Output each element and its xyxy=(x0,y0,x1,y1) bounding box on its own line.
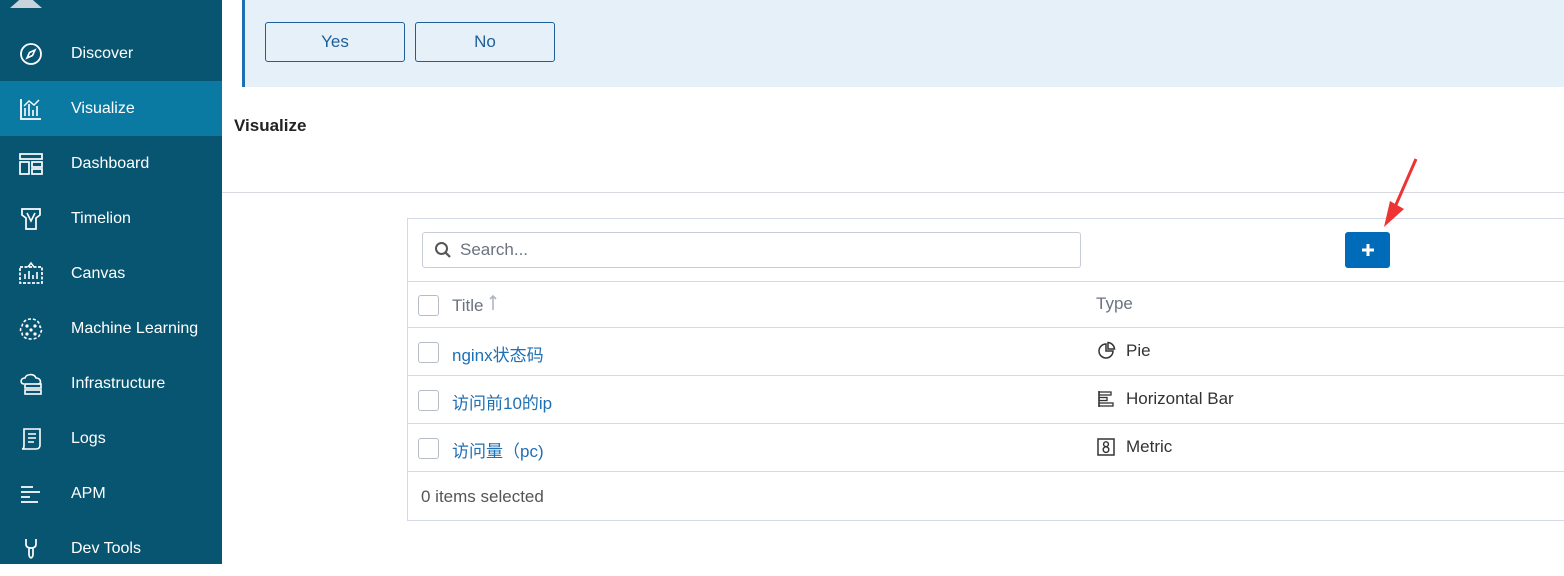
sidebar-item-discover[interactable]: Discover xyxy=(0,26,222,81)
horizontal-bar-icon xyxy=(1098,391,1114,407)
visualization-type: Horizontal Bar xyxy=(1096,389,1234,409)
sidebar-item-label: Dashboard xyxy=(71,154,150,172)
yes-button[interactable]: Yes xyxy=(265,22,405,62)
apm-icon xyxy=(18,481,44,507)
logo-icon[interactable] xyxy=(0,0,52,8)
visualize-icon xyxy=(18,96,44,122)
sidebar-item-label: Timelion xyxy=(71,209,131,227)
select-all-checkbox[interactable] xyxy=(418,295,439,316)
search-input[interactable] xyxy=(458,239,1058,261)
timelion-icon xyxy=(18,206,44,232)
dashboard-icon xyxy=(18,151,44,177)
sidebar-item-apm[interactable]: APM xyxy=(0,466,222,521)
row-checkbox[interactable] xyxy=(418,438,439,459)
sidebar-item-logs[interactable]: Logs xyxy=(0,411,222,466)
sidebar-item-visualize[interactable]: Visualize xyxy=(0,81,222,136)
search-icon xyxy=(435,242,451,258)
table-header: Title Type xyxy=(408,281,1564,327)
compass-icon xyxy=(18,41,44,67)
sidebar: Discover Visualize Dashboard Timelion Ca… xyxy=(0,0,222,564)
table-row: 访问量（pc) Metric xyxy=(408,423,1564,471)
pie-icon xyxy=(1098,341,1116,359)
sidebar-item-timelion[interactable]: Timelion xyxy=(0,191,222,246)
sort-arrow-icon xyxy=(489,294,497,310)
sidebar-item-label: Machine Learning xyxy=(71,319,199,337)
confirm-banner: Yes No xyxy=(242,0,1564,87)
visualization-title-link[interactable]: nginx状态码 xyxy=(452,341,544,366)
visualization-title-link[interactable]: 访问前10的ip xyxy=(452,389,552,414)
table-row: nginx状态码 Pie xyxy=(408,327,1564,375)
page-title: Visualize xyxy=(234,116,307,135)
metric-icon xyxy=(1097,438,1115,456)
table-footer: 0 items selected xyxy=(408,471,1564,521)
machine-learning-icon xyxy=(18,316,44,342)
selection-count: 0 items selected xyxy=(421,487,544,506)
sidebar-item-infrastructure[interactable]: Infrastructure xyxy=(0,356,222,411)
infrastructure-icon xyxy=(18,371,44,397)
visualization-title-link[interactable]: 访问量（pc) xyxy=(452,437,544,462)
sidebar-item-label: Discover xyxy=(71,44,134,62)
annotation-arrow-icon xyxy=(1384,158,1418,227)
sidebar-item-label: Canvas xyxy=(71,264,126,282)
dev-tools-icon xyxy=(18,536,44,562)
sidebar-item-label: Infrastructure xyxy=(71,374,166,392)
plus-icon xyxy=(1361,244,1374,256)
row-checkbox[interactable] xyxy=(418,342,439,363)
sidebar-item-label: Logs xyxy=(71,429,106,447)
sidebar-item-label: APM xyxy=(71,484,106,502)
search-box[interactable] xyxy=(422,232,1081,268)
visualization-type: Metric xyxy=(1096,437,1172,457)
sidebar-item-canvas[interactable]: Canvas xyxy=(0,246,222,301)
add-visualization-button[interactable] xyxy=(1345,232,1390,268)
column-header-type[interactable]: Type xyxy=(1096,294,1133,314)
row-checkbox[interactable] xyxy=(418,390,439,411)
sidebar-item-label: Visualize xyxy=(71,99,135,117)
sidebar-item-dashboard[interactable]: Dashboard xyxy=(0,136,222,191)
logs-icon xyxy=(18,426,44,452)
table-row: 访问前10的ip Horizontal Bar xyxy=(408,375,1564,423)
no-button[interactable]: No xyxy=(415,22,555,62)
header-divider xyxy=(222,192,1564,193)
sidebar-item-dev-tools[interactable]: Dev Tools xyxy=(0,521,222,576)
sidebar-item-label: Dev Tools xyxy=(71,539,141,557)
sidebar-item-machine-learning[interactable]: Machine Learning xyxy=(0,301,222,356)
column-header-title[interactable]: Title xyxy=(452,294,498,316)
visualization-type: Pie xyxy=(1096,341,1151,361)
visualizations-table: Title Type nginx状态码 Pie 访问前10的ip xyxy=(407,218,1564,521)
canvas-icon xyxy=(18,261,44,287)
